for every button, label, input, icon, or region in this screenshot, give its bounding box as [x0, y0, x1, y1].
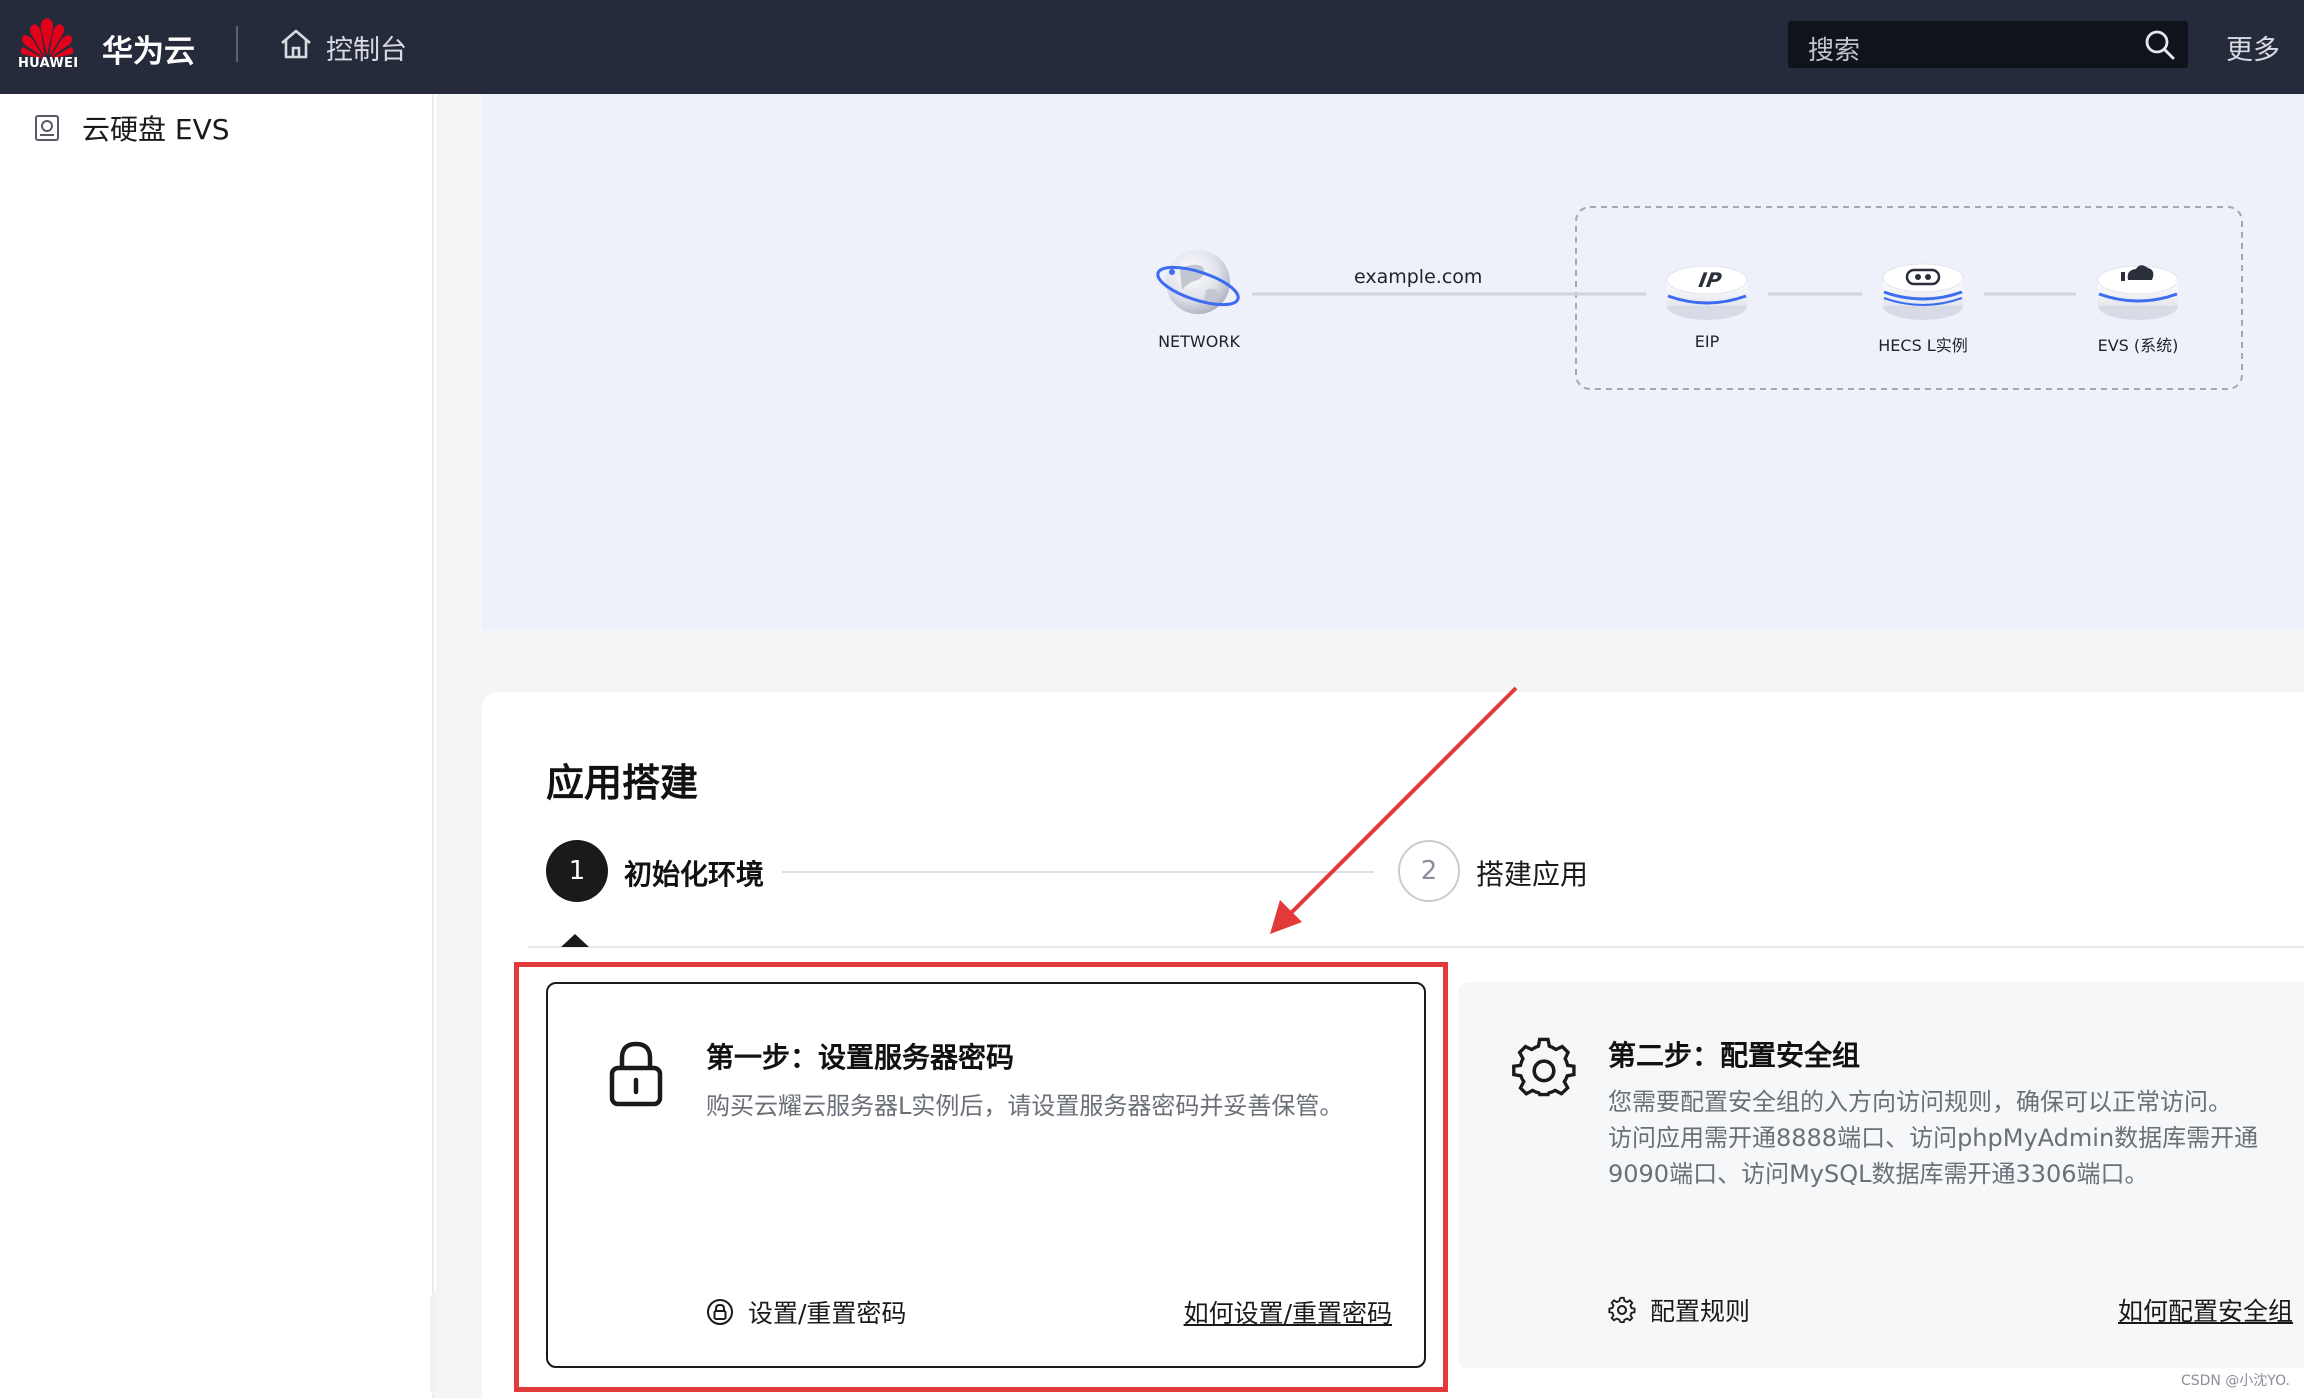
logo-wordmark: HUAWEI [18, 56, 79, 71]
top-header: HUAWEI 华为云 控制台 搜索 更多 [0, 0, 2304, 94]
active-step-caret-icon [561, 934, 589, 947]
sidebar-item-evs[interactable]: 云硬盘 EVS [34, 108, 230, 148]
node-label-hecs: HECS L实例 [1878, 336, 1968, 355]
brand-title[interactable]: 华为云 [102, 26, 195, 71]
more-menu[interactable]: 更多 [2226, 28, 2280, 67]
svg-text:IP: IP [1697, 268, 1724, 292]
task-card-security-group: 第二步：配置安全组 您需要配置安全组的入方向访问规则，确保可以正常访问。 访问应… [1458, 982, 2304, 1368]
architecture-diagram: IP NETWORK example.com EIP HECS L实例 EVS … [482, 94, 2304, 630]
section-title: 应用搭建 [546, 761, 699, 805]
node-label-network: NETWORK [1158, 332, 1240, 351]
watermark: CSDN @小沈YO. [2180, 1373, 2290, 1389]
sidebar: 云硬盘 EVS [0, 94, 434, 1398]
home-icon[interactable] [278, 26, 314, 62]
annotation-highlight-box [514, 962, 1448, 1392]
server-node-icon [1882, 263, 1964, 320]
configure-rules-label: 配置规则 [1650, 1297, 1751, 1326]
step-connector [782, 871, 1374, 873]
task-description-line-2: 访问应用需开通8888端口、访问phpMyAdmin数据库需开通 [1608, 1124, 2259, 1152]
task-title: 第二步：配置安全组 [1608, 1039, 1861, 1072]
search-icon[interactable] [2144, 29, 2176, 61]
security-group-help-link[interactable]: 如何配置安全组 [2118, 1292, 2293, 1328]
steps-divider [528, 946, 2304, 948]
step-2-label[interactable]: 搭建应用 [1476, 853, 1588, 893]
configure-rules-button[interactable]: 配置规则 [1608, 1292, 1750, 1328]
search-input[interactable]: 搜索 [1788, 21, 2188, 68]
step-2-indicator[interactable]: 2 [1398, 840, 1460, 902]
ip-node-icon: IP [1666, 265, 1748, 320]
task-description-line-3: 9090端口、访问MySQL数据库需开通3306端口。 [1608, 1160, 2149, 1188]
link-label-domain: example.com [1354, 266, 1483, 288]
globe-icon [1156, 250, 1240, 314]
settings-icon [1608, 1296, 1636, 1324]
header-divider [236, 26, 238, 62]
disk-icon [35, 115, 59, 141]
sidebar-item-label: 云硬盘 EVS [82, 113, 230, 146]
node-label-eip: EIP [1694, 332, 1720, 351]
disk-node-icon [2097, 265, 2179, 320]
step-1-indicator[interactable]: 1 [546, 840, 608, 902]
console-link[interactable]: 控制台 [326, 28, 407, 67]
architecture-diagram-canvas: IP [1156, 206, 2243, 390]
step-1-label[interactable]: 初始化环境 [624, 853, 764, 893]
search-placeholder: 搜索 [1808, 36, 1861, 66]
task-description-line-1: 您需要配置安全组的入方向访问规则，确保可以正常访问。 [1608, 1088, 2232, 1116]
gear-icon [1512, 1037, 1576, 1097]
page: HUAWEI 华为云 控制台 搜索 更多 云硬盘 EVS IP NETWORK … [0, 0, 2304, 1398]
node-label-evs: EVS (系统) [2097, 336, 2179, 355]
